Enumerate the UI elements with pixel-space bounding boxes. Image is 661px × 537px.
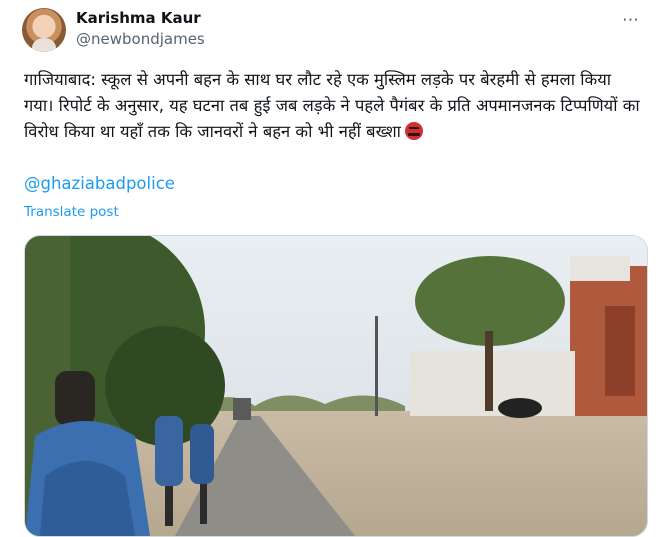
avatar[interactable] <box>22 8 66 52</box>
tweet-text: गाजियाबाद: स्कूल से अपनी बहन के साथ घर ल… <box>24 67 640 145</box>
translate-post-link[interactable]: Translate post <box>24 204 119 220</box>
author-handle[interactable]: @newbondjames <box>76 30 205 48</box>
video-frame <box>25 236 647 536</box>
angry-face-emoji-icon <box>404 122 423 140</box>
mention-link[interactable]: @ghaziabadpolice <box>24 174 175 193</box>
video-media[interactable] <box>24 235 648 537</box>
tweet-body: गाजियाबाद: स्कूल से अपनी बहन के साथ घर ल… <box>24 70 640 141</box>
author-display-name[interactable]: Karishma Kaur <box>76 9 201 27</box>
more-options-icon[interactable]: ⋯ <box>622 10 639 30</box>
